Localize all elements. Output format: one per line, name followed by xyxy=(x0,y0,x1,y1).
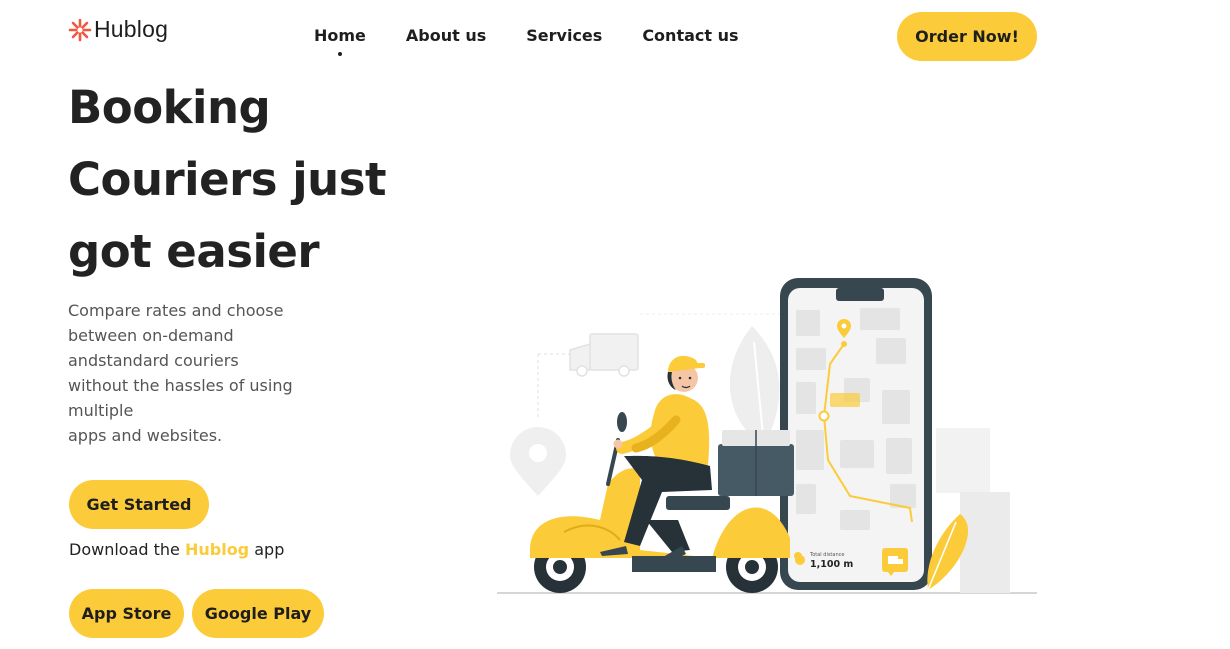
get-started-button[interactable]: Get Started xyxy=(69,480,209,529)
nav-item-about[interactable]: About us xyxy=(406,26,486,45)
hero-title: Booking Couriers just got easier xyxy=(68,81,387,278)
distance-label: Total distance xyxy=(809,552,844,558)
app-store-button[interactable]: App Store xyxy=(69,589,184,638)
download-app-text: Download the Hublog app xyxy=(69,540,284,559)
nav-item-services[interactable]: Services xyxy=(526,26,602,45)
distance-value: 1,100 m xyxy=(810,559,853,570)
google-play-button[interactable]: Google Play xyxy=(192,589,324,638)
brand-logo[interactable]: Hublog xyxy=(68,16,168,43)
hero-description: Compare rates and choose between on-dema… xyxy=(68,301,293,445)
map-pin-icon xyxy=(510,427,566,496)
nav-item-home[interactable]: Home xyxy=(314,26,366,45)
smartphone-map: Total distance 1,100 m xyxy=(780,278,932,590)
nav-item-contact[interactable]: Contact us xyxy=(642,26,738,45)
download-suffix: app xyxy=(254,540,285,559)
delivery-truck-icon xyxy=(569,333,639,377)
courier-illustration: Total distance 1,100 m xyxy=(497,278,1037,594)
download-brand: Hublog xyxy=(184,540,250,559)
asterisk-logo-icon xyxy=(68,18,92,41)
brand-name: Hublog xyxy=(94,16,169,42)
download-prefix: Download the xyxy=(69,540,180,559)
main-nav: Home About us Services Contact us xyxy=(314,26,739,45)
order-now-button[interactable]: Order Now! xyxy=(897,12,1037,61)
